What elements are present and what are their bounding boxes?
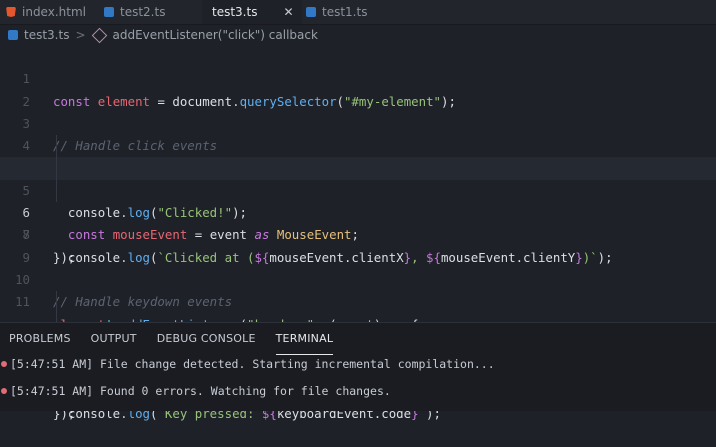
code-line: 9 xyxy=(0,224,716,265)
tab-test1-ts[interactable]: test1.ts xyxy=(302,0,402,24)
tab-index-html[interactable]: index.html xyxy=(0,0,100,24)
ts-file-icon xyxy=(306,7,316,17)
ts-file-icon xyxy=(8,30,18,40)
tab-label: test2.ts xyxy=(120,5,166,19)
tab-test2-ts[interactable]: test2.ts xyxy=(100,0,202,24)
code-line: 7 console.log(`Clicked at (${mouseEvent.… xyxy=(0,179,716,265)
breadcrumb-separator: > xyxy=(75,28,86,42)
tab-terminal[interactable]: TERMINAL xyxy=(275,323,334,355)
tab-label: test1.ts xyxy=(322,5,368,19)
tab-label: test3.ts xyxy=(212,4,258,19)
code-line: 10 // Handle keydown events xyxy=(0,247,716,309)
code-line: 2 xyxy=(0,68,716,109)
tab-test3-ts[interactable]: test3.ts ✕ xyxy=(202,0,302,24)
editor-tab-bar: index.html test2.ts test3.ts ✕ test1.ts xyxy=(0,0,716,25)
panel-tabs: PROBLEMS OUTPUT DEBUG CONSOLE TERMINAL xyxy=(0,323,716,355)
error-dot-icon xyxy=(1,388,7,394)
code-line: 5 console.log("Clicked!"); xyxy=(0,135,716,220)
code-line: 8 }); xyxy=(0,202,716,264)
code-line: 3 // Handle click events xyxy=(0,91,716,153)
error-dot-icon xyxy=(1,361,7,367)
breadcrumb-file[interactable]: test3.ts xyxy=(24,28,69,42)
close-tab-icon[interactable]: ✕ xyxy=(283,5,293,19)
code-line: 11 element!.addEventListener("keydown", … xyxy=(0,269,716,331)
tab-output[interactable]: OUTPUT xyxy=(91,323,137,355)
symbol-cube-icon xyxy=(91,27,107,43)
breadcrumb: test3.ts > addEventListener("click") cal… xyxy=(0,24,716,46)
code-line-current: 6 const mouseEvent = event as MouseEvent… xyxy=(0,157,716,242)
indent-guide xyxy=(56,157,57,180)
code-line: 4 element!.addEventListener("click", (ev… xyxy=(0,113,716,175)
terminal-line: [5:47:51 AM] Found 0 errors. Watching fo… xyxy=(0,383,391,399)
terminal-line: [5:47:51 AM] File change detected. Start… xyxy=(0,356,495,372)
bottom-panel: PROBLEMS OUTPUT DEBUG CONSOLE TERMINAL [… xyxy=(0,322,716,411)
indent-guide xyxy=(56,135,57,158)
ts-file-icon xyxy=(104,7,114,17)
breadcrumb-symbol[interactable]: addEventListener("click") callback xyxy=(113,28,318,42)
indent-guide xyxy=(56,179,57,203)
code-line: 1 const element = document.querySelector… xyxy=(0,46,716,108)
tab-problems[interactable]: PROBLEMS xyxy=(9,323,71,355)
html-file-icon xyxy=(6,7,16,17)
terminal-text: [5:47:51 AM] Found 0 errors. Watching fo… xyxy=(10,384,391,398)
indent-guide xyxy=(56,291,57,314)
code-line: 12 console.log("Keydown!"); xyxy=(0,291,716,376)
code-editor[interactable]: 1 const element = document.querySelector… xyxy=(0,46,716,421)
terminal-text: [5:47:51 AM] File change detected. Start… xyxy=(10,357,495,371)
tab-debug-console[interactable]: DEBUG CONSOLE xyxy=(157,323,256,355)
tab-label: index.html xyxy=(22,5,86,19)
